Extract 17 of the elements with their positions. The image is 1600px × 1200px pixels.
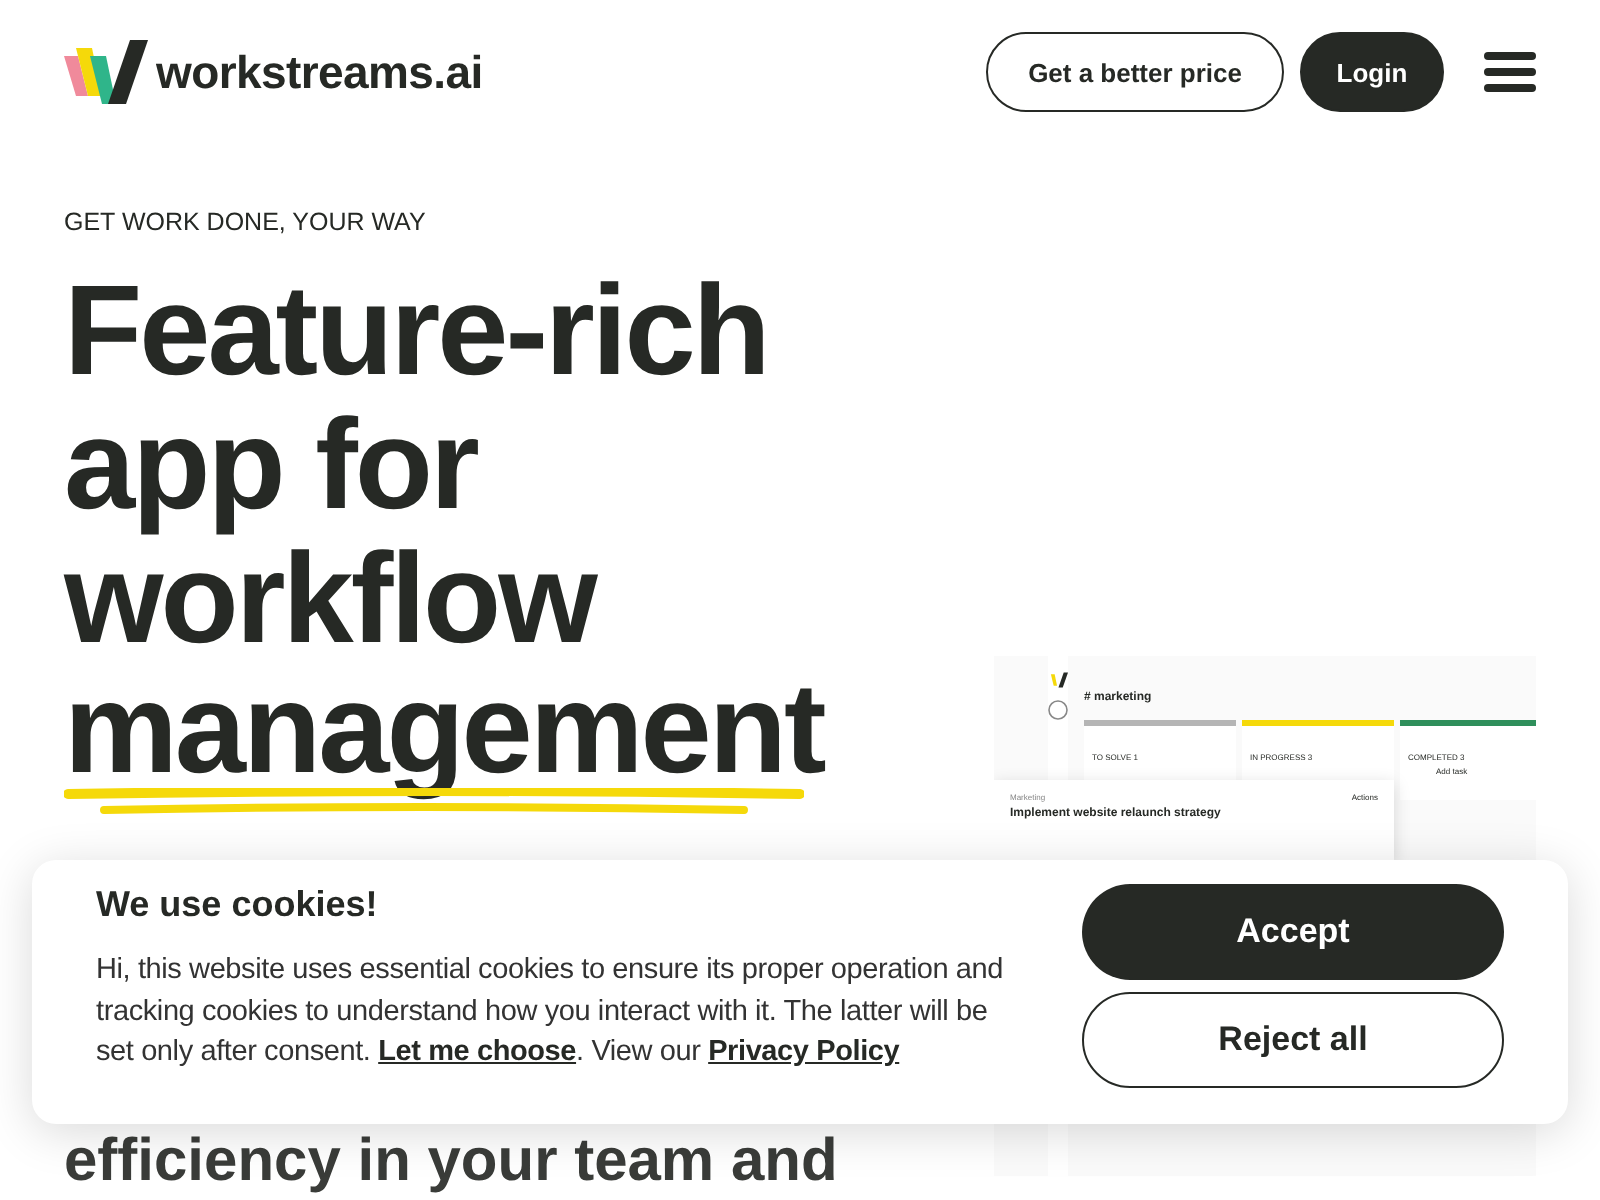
logo-icon bbox=[1048, 672, 1068, 688]
headline-line: Feature-rich bbox=[64, 264, 768, 398]
accept-button[interactable]: Accept bbox=[1082, 884, 1504, 980]
reject-button[interactable]: Reject all bbox=[1082, 992, 1504, 1088]
logo-icon bbox=[64, 40, 148, 104]
login-button[interactable]: Login bbox=[1300, 32, 1444, 112]
privacy-policy-link[interactable]: Privacy Policy bbox=[708, 1036, 900, 1068]
headline-line: app for bbox=[64, 398, 477, 532]
subtitle-text: efficiency in your team and bbox=[64, 1132, 840, 1192]
price-button[interactable]: Get a better price bbox=[986, 32, 1284, 112]
cookie-title: We use cookies! bbox=[96, 884, 380, 926]
search-icon bbox=[1048, 700, 1068, 720]
brand-name: workstreams.ai bbox=[156, 45, 483, 99]
eyebrow-text: GET WORK DONE, YOUR WAY bbox=[64, 208, 428, 236]
cookie-text: Hi, this website uses essential cookies to ensure its proper operation and tracking cookies to understand how you interact with it. The latter will be set only after consent. Let me choose. View our Privacy Policy bbox=[96, 952, 1005, 1072]
menu-icon[interactable] bbox=[1484, 50, 1536, 94]
let-me-choose-link[interactable]: Let me choose bbox=[378, 1036, 577, 1068]
